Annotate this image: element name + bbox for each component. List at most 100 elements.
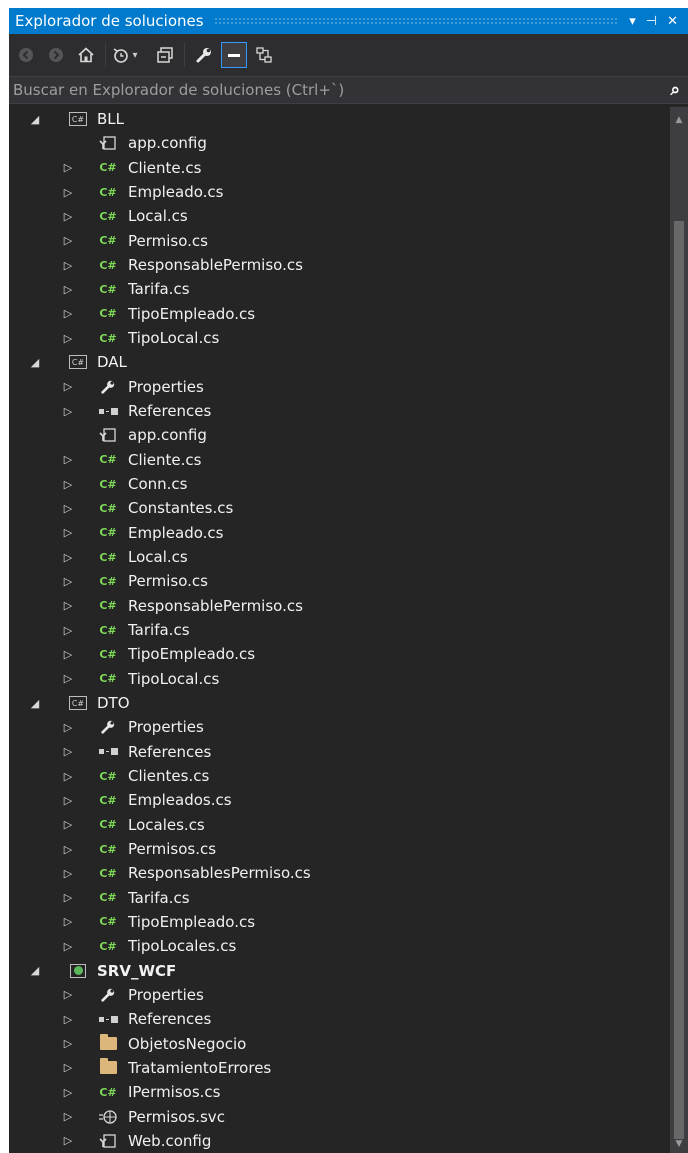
collapsed-arrow-icon[interactable]: ▷ bbox=[61, 259, 75, 272]
collapsed-arrow-icon[interactable]: ▷ bbox=[61, 867, 75, 880]
tree-item[interactable]: ▷ C# Locales.cs bbox=[9, 813, 669, 837]
forward-button[interactable] bbox=[43, 42, 69, 68]
chevron-down-icon[interactable]: ▾ bbox=[132, 50, 137, 61]
tree-item[interactable]: ▷ References bbox=[9, 399, 669, 423]
collapsed-arrow-icon[interactable]: ▷ bbox=[61, 307, 75, 320]
collapsed-arrow-icon[interactable]: ▷ bbox=[61, 210, 75, 223]
collapsed-arrow-icon[interactable]: ▷ bbox=[61, 478, 75, 491]
home-button[interactable] bbox=[73, 42, 99, 68]
collapsed-arrow-icon[interactable]: ▷ bbox=[61, 794, 75, 807]
tree-item[interactable]: ▷ Properties bbox=[9, 715, 669, 739]
tree-item[interactable]: ▷ C# ResponsablePermiso.cs bbox=[9, 594, 669, 618]
tree-item[interactable]: ▷ C# Empleados.cs bbox=[9, 788, 669, 812]
collapsed-arrow-icon[interactable]: ▷ bbox=[61, 1061, 75, 1074]
tree-item[interactable]: ▷ C# IPermisos.cs bbox=[9, 1080, 669, 1104]
title-drag-grip[interactable] bbox=[213, 17, 620, 25]
tree-project-node[interactable]: ◢ C# DAL bbox=[9, 350, 669, 374]
preview-selected-items-button[interactable] bbox=[221, 42, 247, 68]
tree-item[interactable]: ▷ C# TipoEmpleado.cs bbox=[9, 910, 669, 934]
collapsed-arrow-icon[interactable]: ▷ bbox=[61, 988, 75, 1001]
tree-item[interactable]: ▷ C# Constantes.cs bbox=[9, 496, 669, 520]
collapsed-arrow-icon[interactable]: ▷ bbox=[61, 1134, 75, 1147]
expanded-arrow-icon[interactable]: ◢ bbox=[28, 964, 42, 977]
tree-item[interactable]: ▷ C# TipoLocales.cs bbox=[9, 934, 669, 958]
tree-item[interactable]: ▷ C# Empleado.cs bbox=[9, 521, 669, 545]
collapsed-arrow-icon[interactable]: ▷ bbox=[61, 940, 75, 953]
tree-item[interactable]: ▷ C# Permiso.cs bbox=[9, 229, 669, 253]
auto-hide-pin-icon[interactable]: ⊣ bbox=[646, 15, 657, 28]
tree-item[interactable]: ▷ C# Local.cs bbox=[9, 204, 669, 228]
tree-item[interactable]: ▷ C# TipoEmpleado.cs bbox=[9, 302, 669, 326]
tree-project-node[interactable]: ◢ SRV_WCF bbox=[9, 958, 669, 982]
tree-item[interactable]: ▷ C# TipoLocal.cs bbox=[9, 326, 669, 350]
tree-item[interactable]: app.config bbox=[9, 423, 669, 447]
tree-item[interactable]: ▷ C# ResponsablePermiso.cs bbox=[9, 253, 669, 277]
tree-item[interactable]: ▷ Properties bbox=[9, 375, 669, 399]
collapsed-arrow-icon[interactable]: ▷ bbox=[61, 234, 75, 247]
tree-item[interactable]: ▷ C# TipoLocal.cs bbox=[9, 667, 669, 691]
tree-item[interactable]: ▷ Properties bbox=[9, 983, 669, 1007]
panel-title-bar[interactable]: Explorador de soluciones ▾ ⊣ ✕ bbox=[9, 8, 688, 34]
tree-item[interactable]: ▷ TratamientoErrores bbox=[9, 1056, 669, 1080]
collapsed-arrow-icon[interactable]: ▷ bbox=[61, 405, 75, 418]
collapsed-arrow-icon[interactable]: ▷ bbox=[61, 1037, 75, 1050]
tree-item[interactable]: ▷ C# Clientes.cs bbox=[9, 764, 669, 788]
tree-item[interactable]: ▷ C# Conn.cs bbox=[9, 472, 669, 496]
pending-changes-filter-button[interactable]: ▾ bbox=[112, 42, 138, 68]
collapsed-arrow-icon[interactable]: ▷ bbox=[61, 1086, 75, 1099]
search-icon[interactable]: ⌕ bbox=[670, 80, 680, 100]
collapsed-arrow-icon[interactable]: ▷ bbox=[61, 161, 75, 174]
collapsed-arrow-icon[interactable]: ▷ bbox=[61, 770, 75, 783]
collapsed-arrow-icon[interactable]: ▷ bbox=[61, 1013, 75, 1026]
collapsed-arrow-icon[interactable]: ▷ bbox=[61, 380, 75, 393]
collapsed-arrow-icon[interactable]: ▷ bbox=[61, 745, 75, 758]
collapsed-arrow-icon[interactable]: ▷ bbox=[61, 526, 75, 539]
expanded-arrow-icon[interactable]: ◢ bbox=[28, 697, 42, 710]
tree-item[interactable]: ▷ C# Local.cs bbox=[9, 545, 669, 569]
collapsed-arrow-icon[interactable]: ▷ bbox=[61, 648, 75, 661]
view-class-diagram-button[interactable] bbox=[251, 42, 277, 68]
tree-item[interactable]: ▷ Permisos.svc bbox=[9, 1104, 669, 1128]
tree-item[interactable]: app.config bbox=[9, 131, 669, 155]
collapsed-arrow-icon[interactable]: ▷ bbox=[61, 575, 75, 588]
scroll-down-arrow[interactable]: ▼ bbox=[670, 1139, 688, 1149]
collapsed-arrow-icon[interactable]: ▷ bbox=[61, 186, 75, 199]
tree-item[interactable]: ▷ C# Tarifa.cs bbox=[9, 886, 669, 910]
collapsed-arrow-icon[interactable]: ▷ bbox=[61, 721, 75, 734]
vertical-scrollbar[interactable]: ▲ ▼ bbox=[670, 107, 688, 1153]
tree-item[interactable]: ▷ Web.config bbox=[9, 1129, 669, 1153]
close-icon[interactable]: ✕ bbox=[667, 15, 678, 28]
tree-item[interactable]: ▷ C# ResponsablesPermiso.cs bbox=[9, 861, 669, 885]
tree-item[interactable]: ▷ ObjetosNegocio bbox=[9, 1031, 669, 1055]
collapsed-arrow-icon[interactable]: ▷ bbox=[61, 672, 75, 685]
collapsed-arrow-icon[interactable]: ▷ bbox=[61, 599, 75, 612]
collapsed-arrow-icon[interactable]: ▷ bbox=[61, 818, 75, 831]
collapsed-arrow-icon[interactable]: ▷ bbox=[61, 915, 75, 928]
tree-item[interactable]: ▷ C# Cliente.cs bbox=[9, 156, 669, 180]
tree-item[interactable]: ▷ C# TipoEmpleado.cs bbox=[9, 642, 669, 666]
window-position-dropdown-icon[interactable]: ▾ bbox=[629, 15, 636, 28]
expanded-arrow-icon[interactable]: ◢ bbox=[28, 113, 42, 126]
tree-item[interactable]: ▷ C# Permisos.cs bbox=[9, 837, 669, 861]
collapsed-arrow-icon[interactable]: ▷ bbox=[61, 502, 75, 515]
tree-item[interactable]: ▷ C# Permiso.cs bbox=[9, 569, 669, 593]
tree-item[interactable]: ▷ References bbox=[9, 740, 669, 764]
search-input[interactable] bbox=[9, 80, 671, 100]
tree-item[interactable]: ▷ References bbox=[9, 1007, 669, 1031]
tree-item[interactable]: ▷ C# Tarifa.cs bbox=[9, 277, 669, 301]
collapsed-arrow-icon[interactable]: ▷ bbox=[61, 1110, 75, 1123]
tree-item[interactable]: ▷ C# Empleado.cs bbox=[9, 180, 669, 204]
collapsed-arrow-icon[interactable]: ▷ bbox=[61, 891, 75, 904]
collapse-all-button[interactable] bbox=[152, 42, 178, 68]
tree-item[interactable]: ▷ C# Tarifa.cs bbox=[9, 618, 669, 642]
collapsed-arrow-icon[interactable]: ▷ bbox=[61, 624, 75, 637]
back-button[interactable] bbox=[13, 42, 39, 68]
tree-item[interactable]: ▷ C# Cliente.cs bbox=[9, 448, 669, 472]
collapsed-arrow-icon[interactable]: ▷ bbox=[61, 332, 75, 345]
collapsed-arrow-icon[interactable]: ▷ bbox=[61, 453, 75, 466]
collapsed-arrow-icon[interactable]: ▷ bbox=[61, 843, 75, 856]
collapsed-arrow-icon[interactable]: ▷ bbox=[61, 283, 75, 296]
properties-button[interactable] bbox=[191, 42, 217, 68]
expanded-arrow-icon[interactable]: ◢ bbox=[28, 356, 42, 369]
tree-project-node[interactable]: ◢ C# BLL bbox=[9, 107, 669, 131]
